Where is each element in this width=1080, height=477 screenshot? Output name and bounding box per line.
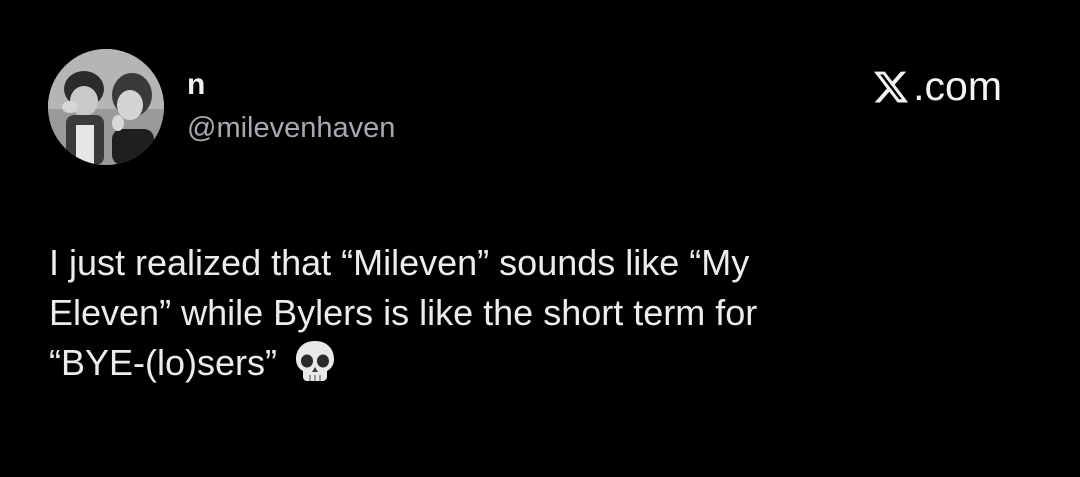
skull-icon — [296, 341, 335, 382]
tweet-text-line: “BYE-(lo)sers” — [49, 338, 1029, 388]
tweet-card: n @milevenhaven .com I just realized tha… — [0, 0, 1080, 477]
tweet-text-line: I just realized that “Mileven” sounds li… — [49, 242, 750, 283]
x-logo-icon — [874, 71, 909, 102]
tweet-text-line: Eleven” while Bylers is like the short t… — [49, 292, 758, 333]
display-name[interactable]: n — [187, 70, 205, 100]
avatar-photo — [48, 49, 164, 165]
brand-text: .com — [913, 63, 1002, 109]
user-handle[interactable]: @milevenhaven — [187, 114, 395, 143]
avatar[interactable] — [48, 49, 164, 165]
brand-label: .com — [871, 66, 1002, 107]
tweet-text-line-content: “BYE-(lo)sers” — [49, 342, 278, 383]
tweet-text: I just realized that “Mileven” sounds li… — [49, 238, 1029, 388]
